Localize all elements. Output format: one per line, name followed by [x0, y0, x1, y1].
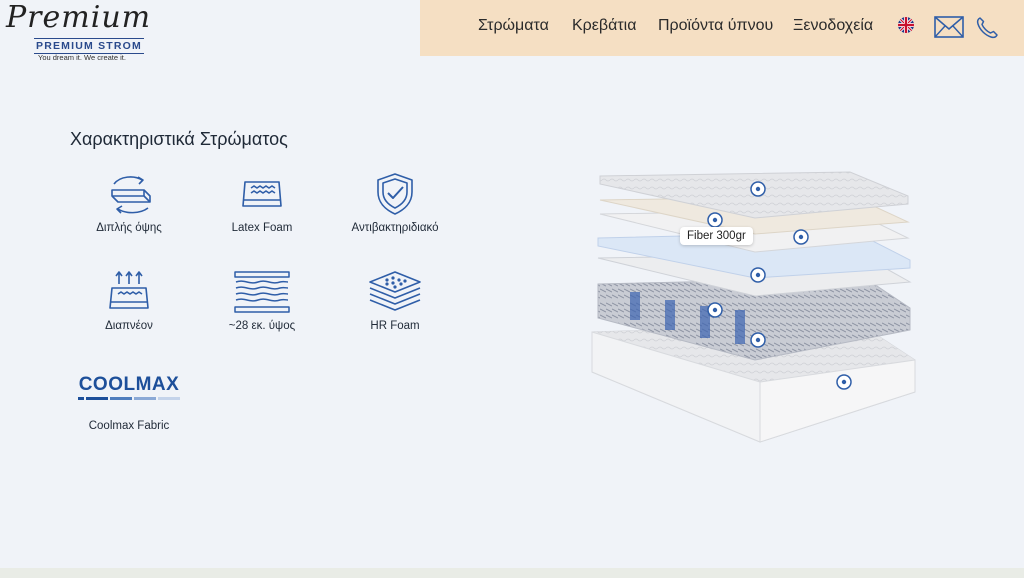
- feature-height: ~28 εκ. ύψος: [202, 270, 322, 332]
- feature-label: ~28 εκ. ύψος: [228, 320, 296, 332]
- feature-breathable: Διαπνέον: [69, 270, 189, 332]
- features-title: Χαρακτηριστικά Στρώματος: [70, 129, 288, 149]
- coolmax-logo-bars: [70, 397, 188, 400]
- mattress-layers-image: [591, 171, 916, 443]
- page-bottom-strip: [0, 568, 1024, 578]
- nav-item-hotels[interactable]: Ξενοδοχεία: [793, 17, 873, 35]
- coolmax-logo: COOLMAX: [78, 374, 180, 395]
- layer-tooltip: Fiber 300gr: [680, 227, 753, 245]
- site-logo[interactable]: Premium PREMIUM STROM You dream it. We c…: [6, 0, 156, 62]
- logo-tagline: You dream it. We create it.: [38, 53, 126, 62]
- breathable-icon: [109, 271, 149, 309]
- feature-latex-foam: Latex Foam: [202, 172, 322, 234]
- feature-double-sided: Διπλής όψης: [69, 172, 189, 234]
- feature-label: Διαπνέον: [105, 320, 153, 332]
- uk-flag-icon[interactable]: [898, 17, 914, 33]
- top-navigation: Στρώματα Κρεβάτια Προϊόντα ύπνου Ξενοδοχ…: [420, 0, 1024, 56]
- feature-label: Διπλής όψης: [96, 222, 162, 234]
- phone-icon[interactable]: [975, 16, 999, 45]
- nav-item-sleep-products[interactable]: Προϊόντα ύπνου: [658, 17, 773, 35]
- antibacterial-shield-icon: [377, 173, 413, 215]
- feature-coolmax: COOLMAX Coolmax Fabric: [70, 374, 188, 432]
- height-layers-icon: [234, 271, 290, 313]
- mail-icon[interactable]: [934, 16, 964, 43]
- nav-item-beds[interactable]: Κρεβάτια: [572, 17, 636, 35]
- feature-label: HR Foam: [370, 320, 420, 332]
- logo-script-text: Premium: [6, 0, 152, 35]
- feature-label: Coolmax Fabric: [88, 420, 170, 432]
- latex-foam-icon: [242, 181, 282, 207]
- feature-label: Αντιβακτηριδιακό: [351, 222, 439, 234]
- logo-brand-name: PREMIUM STROM: [34, 38, 144, 54]
- feature-label: Latex Foam: [231, 222, 293, 234]
- hr-foam-icon: [369, 271, 421, 311]
- nav-item-mattresses[interactable]: Στρώματα: [478, 17, 549, 35]
- feature-hr-foam: HR Foam: [335, 270, 455, 332]
- feature-antibacterial: Αντιβακτηριδιακό: [335, 172, 455, 234]
- double-sided-icon: [111, 176, 151, 214]
